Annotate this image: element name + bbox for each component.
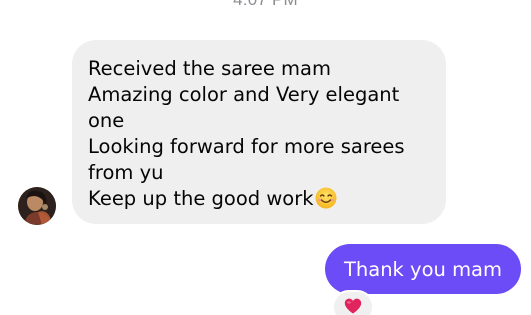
- message-line: Received the saree mam: [88, 57, 331, 80]
- received-message-bubble[interactable]: Received the saree mam Amazing color and…: [72, 40, 446, 224]
- sent-message-text: Thank you mam: [343, 257, 503, 281]
- message-reaction[interactable]: [332, 290, 374, 315]
- chat-screen: 4:07 PM Received the saree mam Amazing c…: [0, 0, 531, 315]
- message-line-last: Keep up the good work: [88, 186, 430, 212]
- message-line: Keep up the good work: [88, 187, 314, 210]
- message-line: from yu: [88, 161, 164, 184]
- message-timestamp: 4:07 PM: [0, 0, 531, 10]
- smiling-face-emoji-icon: [315, 187, 337, 209]
- sent-message-bubble[interactable]: Thank you mam: [325, 244, 521, 294]
- sender-avatar[interactable]: [18, 187, 56, 225]
- message-line: Amazing color and Very elegant: [88, 83, 400, 106]
- avatar-photo: [18, 187, 56, 225]
- received-message-text: Received the saree mam Amazing color and…: [88, 56, 430, 212]
- heart-emoji-icon: [344, 298, 362, 314]
- message-line: one: [88, 109, 125, 132]
- message-line: Looking forward for more sarees: [88, 135, 405, 158]
